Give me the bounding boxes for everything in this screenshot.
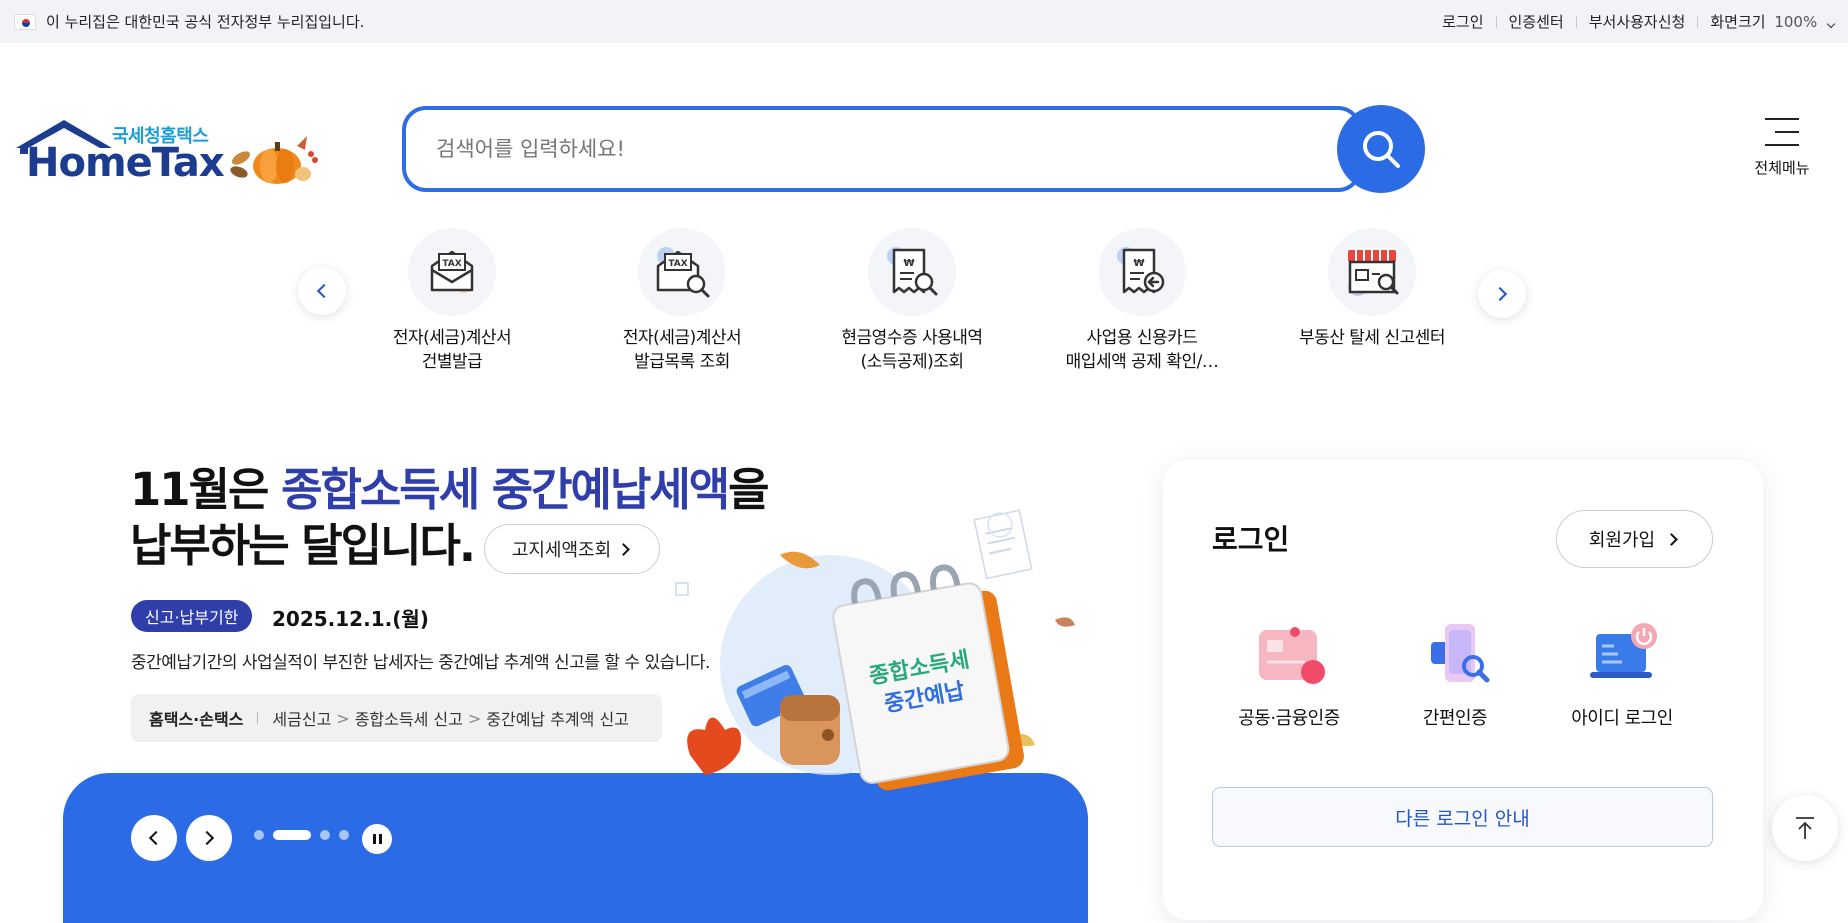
cert-login-label: 공동·금융인증 [1238, 708, 1340, 729]
carousel-dot[interactable] [320, 830, 330, 840]
zoom-control[interactable]: 화면크기 100% [1710, 11, 1836, 32]
quick-service-label: 발급목록 조회 [634, 352, 730, 372]
store-search-icon [1328, 228, 1416, 316]
arrow-up-icon [1796, 817, 1814, 839]
quick-service-label: (소득공제)조회 [860, 352, 964, 372]
carousel-indicators [254, 830, 349, 840]
other-login-guide-button[interactable]: 다른 로그인 안내 [1212, 787, 1713, 847]
receipt-return-icon: ₩ [1098, 228, 1186, 316]
divider [1697, 15, 1699, 28]
chevron-right-icon: > [467, 708, 482, 728]
quick-service-label: 전자(세금)계산서 [392, 328, 512, 348]
cert-login-option[interactable]: 공동·금융인증 [1209, 620, 1369, 730]
signup-button[interactable]: 회원가입 [1556, 510, 1713, 568]
carousel-dot[interactable] [339, 830, 349, 840]
carousel-dot[interactable] [254, 830, 264, 840]
quick-service-item[interactable]: ₩ 사업용 신용카드 매입세액 공제 확인/… [1042, 228, 1242, 374]
quick-service-item[interactable]: TAX 전자(세금)계산서 발급목록 조회 [582, 228, 782, 374]
tax-inquiry-button[interactable]: 고지세액조회 [484, 524, 660, 574]
quick-service-label: 현금영수증 사용내역 [841, 328, 983, 348]
quick-service-item[interactable]: TAX 전자(세금)계산서 건별발급 [352, 228, 552, 374]
menu-path[interactable]: 홈택스·손택스 세금신고 > 종합소득세 신고 > 중간예납 추계액 신고 [131, 694, 662, 742]
search-box [402, 106, 1362, 192]
hometax-logo[interactable]: 국세청홈택스 HomeTax [12, 118, 332, 188]
path-site: 홈택스·손택스 [149, 710, 244, 729]
tax-inquiry-label: 고지세액조회 [511, 540, 612, 561]
banner-prev-button[interactable] [131, 815, 177, 861]
scroll-to-top-button[interactable] [1772, 795, 1838, 861]
tax-search-icon: TAX [638, 228, 726, 316]
quick-service-label: 부동산 탈세 신고센터 [1298, 328, 1446, 348]
divider [1495, 15, 1497, 28]
hamburger-icon [1765, 118, 1799, 146]
quick-service-next-button[interactable] [1478, 270, 1526, 318]
quick-service-label: 건별발급 [421, 352, 483, 372]
quick-service-label: 사업용 신용카드 [1086, 328, 1198, 348]
quick-service-label: 매입세액 공제 확인/… [1065, 352, 1219, 372]
chevron-left-icon [148, 830, 164, 846]
path-step: 종합소득세 신고 [354, 710, 463, 729]
id-login-label: 아이디 로그인 [1571, 708, 1673, 729]
chevron-left-icon [316, 283, 332, 299]
divider [1575, 15, 1577, 28]
logo-wordmark: HomeTax [26, 140, 225, 186]
search-icon [1363, 131, 1400, 168]
quick-service-item[interactable]: 부동산 탈세 신고센터 [1272, 228, 1472, 350]
search-button[interactable] [1337, 105, 1425, 193]
quick-service-label: 전자(세금)계산서 [622, 328, 742, 348]
utility-login-link[interactable]: 로그인 [1442, 11, 1483, 32]
svg-text:TAX: TAX [442, 259, 461, 269]
simple-auth-label: 간편인증 [1422, 708, 1488, 729]
path-step: 세금신고 [272, 710, 332, 729]
laptop-power-icon [1582, 620, 1662, 692]
path-step: 중간예납 추계액 신고 [486, 710, 629, 729]
gov-notice-bar: 이 누리집은 대한민국 공식 전자정부 누리집입니다. 로그인 인증센터 부서사… [0, 0, 1848, 43]
svg-text:₩: ₩ [903, 258, 914, 269]
pumpkin-icon [230, 136, 318, 184]
signup-label: 회원가입 [1588, 530, 1656, 551]
login-title: 로그인 [1212, 523, 1290, 556]
id-login-option[interactable]: 아이디 로그인 [1542, 620, 1702, 730]
phone-search-icon [1415, 620, 1495, 692]
quick-service-prev-button[interactable] [298, 267, 346, 315]
all-menu-button[interactable]: 전체메뉴 [1748, 118, 1816, 178]
tax-envelope-icon: TAX [408, 228, 496, 316]
deadline-date: 2025.12.1.(월) [272, 607, 429, 631]
korea-flag-icon [14, 13, 36, 30]
banner-next-button[interactable] [186, 815, 232, 861]
certificate-card-icon [1249, 620, 1329, 692]
receipt-search-icon: ₩ [868, 228, 956, 316]
chevron-down-icon [1826, 19, 1836, 29]
gov-notice: 이 누리집은 대한민국 공식 전자정부 누리집입니다. [14, 11, 364, 32]
quick-service-item[interactable]: ₩ 현금영수증 사용내역 (소득공제)조회 [812, 228, 1012, 374]
divider [257, 712, 259, 724]
chevron-right-icon [199, 830, 215, 846]
gov-notice-text: 이 누리집은 대한민국 공식 전자정부 누리집입니다. [46, 13, 365, 31]
utility-cert-center-link[interactable]: 인증센터 [1509, 11, 1564, 32]
banner-description: 중간예납기간의 사업실적이 부진한 납세자는 중간예납 추계액 신고를 할 수 … [131, 653, 710, 673]
svg-text:₩: ₩ [1133, 258, 1144, 269]
chevron-right-icon: > [336, 708, 350, 728]
calendar-illustration: 종합소득세 중간예납 [675, 509, 1075, 791]
pause-icon [372, 834, 376, 844]
carousel-pause-button[interactable] [362, 824, 392, 854]
chevron-right-icon [1665, 532, 1678, 546]
utility-links: 로그인 인증센터 부서사용자신청 화면크기 100% [1442, 11, 1836, 32]
zoom-value: 100% [1774, 13, 1818, 31]
search-input[interactable] [406, 110, 1358, 188]
zoom-label: 화면크기 [1710, 13, 1766, 31]
chevron-right-icon [1492, 286, 1508, 302]
utility-dept-user-link[interactable]: 부서사용자신청 [1589, 11, 1686, 32]
all-menu-label: 전체메뉴 [1754, 159, 1810, 177]
svg-text:TAX: TAX [668, 259, 687, 269]
carousel-dot-active[interactable] [273, 830, 311, 840]
chevron-right-icon [617, 542, 631, 556]
deadline-badge: 신고·납부기한 [131, 600, 253, 632]
simple-auth-option[interactable]: 간편인증 [1375, 620, 1535, 730]
